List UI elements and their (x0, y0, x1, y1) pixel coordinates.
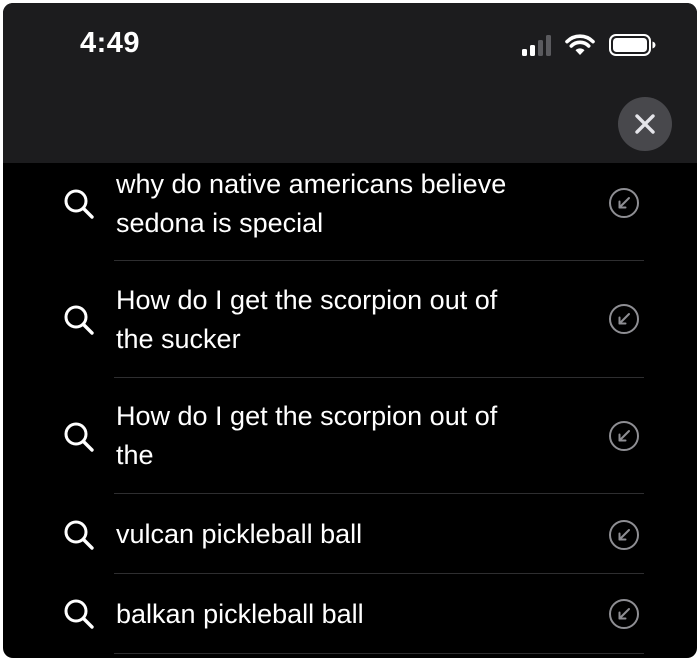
search-icon (64, 422, 94, 452)
suggestion-row[interactable]: How do I get the scorpion out of the (3, 378, 697, 494)
search-icon (64, 520, 94, 550)
suggestion-text: How do I get the scorpion out of the suc… (116, 285, 498, 354)
wifi-icon (565, 34, 595, 55)
fill-arrow-icon[interactable] (608, 303, 640, 335)
fill-arrow-icon[interactable] (608, 519, 640, 551)
suggestion-text: vulcan pickleball ball (116, 519, 363, 549)
status-time: 4:49 (80, 27, 141, 59)
suggestion-row[interactable]: balkan pickleball ball (3, 574, 697, 654)
fill-arrow-icon[interactable] (608, 598, 640, 630)
status-icons (522, 34, 657, 56)
battery-icon (609, 34, 656, 56)
search-icon (64, 599, 94, 629)
fill-arrow-icon[interactable] (608, 420, 640, 452)
suggestion-row[interactable]: why do native americans believe sedona i… (3, 163, 697, 261)
search-icon (64, 305, 94, 335)
app-frame: 4:49 why do native americans believe sed… (3, 3, 697, 658)
suggestion-text: why do native americans believe sedona i… (116, 169, 507, 238)
close-icon (635, 114, 655, 134)
close-button[interactable] (618, 97, 672, 151)
suggestion-text: How do I get the scorpion out of the (116, 401, 498, 470)
suggestion-row[interactable]: vulcan pickleball ball (3, 494, 697, 574)
fill-arrow-icon[interactable] (608, 187, 640, 219)
top-area: 4:49 (3, 3, 697, 163)
cellular-signal-icon (522, 34, 551, 56)
search-icon (64, 189, 94, 219)
divider (114, 653, 644, 654)
suggestion-text: balkan pickleball ball (116, 599, 364, 629)
suggestion-row[interactable]: How do I get the scorpion out of the suc… (3, 261, 697, 378)
